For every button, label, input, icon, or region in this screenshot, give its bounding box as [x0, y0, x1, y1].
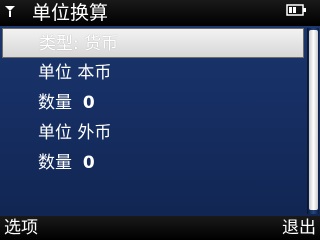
softkey-bar: 选项 退出 [0, 216, 320, 240]
battery-icon [286, 4, 306, 16]
list-item-foreign-unit[interactable]: 单位 外币 [2, 118, 304, 148]
amount-value: 0 [82, 153, 95, 173]
scrollbar[interactable] [307, 28, 319, 214]
list-item-base-unit[interactable]: 单位 本币 [2, 58, 304, 88]
amount-label: 数量 [38, 93, 72, 113]
list-item-type[interactable]: 类型: 货币 [2, 28, 304, 58]
app-title: 单位换算 [32, 2, 109, 24]
list-item-label: 类型: 货币 [39, 34, 119, 54]
list-item-label: 单位 本币 [38, 63, 112, 83]
list-item-amount-foreign[interactable]: 数量 0 [2, 148, 304, 178]
phone-screen: 单位换算 类型: 货币 单位 本币 数量 0 单位 外币 数量 0 选项 退出 [0, 0, 320, 240]
amount-value: 0 [82, 93, 95, 113]
exit-softkey[interactable]: 退出 [282, 216, 316, 240]
list-item-label: 数量 0 [38, 88, 95, 118]
amount-label: 数量 [38, 153, 72, 173]
settings-list: 类型: 货币 单位 本币 数量 0 单位 外币 数量 0 [0, 28, 306, 178]
scrollbar-thumb[interactable] [309, 30, 318, 210]
status-bar: 单位换算 [0, 0, 320, 26]
list-item-label: 数量 0 [38, 148, 95, 178]
list-item-amount-base[interactable]: 数量 0 [2, 88, 304, 118]
options-softkey[interactable]: 选项 [4, 216, 38, 240]
list-item-label: 单位 外币 [38, 123, 112, 143]
signal-icon [5, 6, 15, 17]
